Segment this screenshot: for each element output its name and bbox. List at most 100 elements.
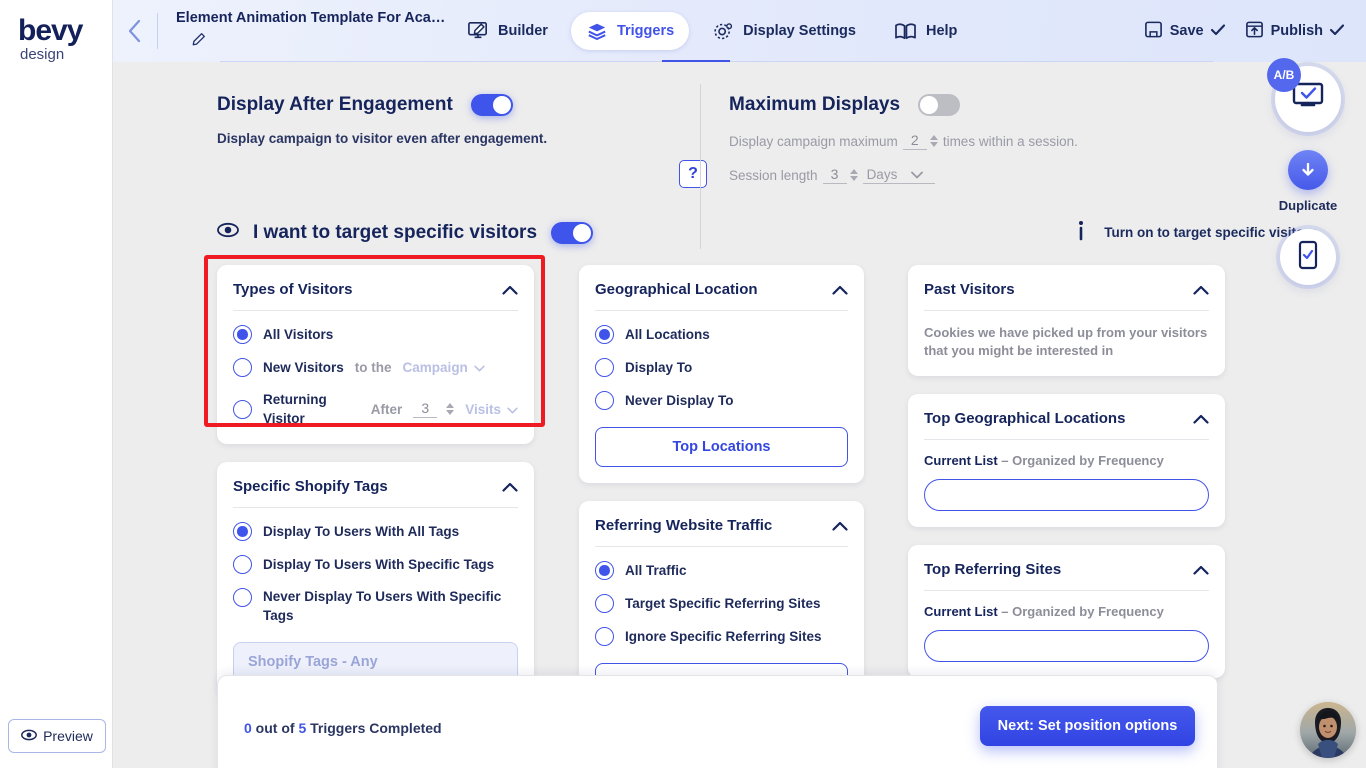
option-returning-visitor[interactable]: Returning Visitor After 3 Visits xyxy=(233,390,518,428)
user-avatar[interactable] xyxy=(1300,702,1356,758)
maximum-displays-line1: Display campaign maximum 2 times within … xyxy=(729,132,1249,150)
top-referring-sites-title: Top Referring Sites xyxy=(924,561,1061,578)
radio-display-to[interactable] xyxy=(595,358,614,377)
top-referring-current-list-suffix: – Organized by Frequency xyxy=(998,604,1164,619)
duplicate-button[interactable] xyxy=(1288,150,1328,190)
radio-all-traffic[interactable] xyxy=(595,561,614,580)
new-visitors-dropdown-value: Campaign xyxy=(403,360,468,375)
publish-button[interactable]: Publish xyxy=(1245,20,1344,43)
radio-new-visitors[interactable] xyxy=(233,358,252,377)
publish-label: Publish xyxy=(1271,23,1323,39)
collapse-caret-icon[interactable] xyxy=(502,482,518,492)
builder-icon xyxy=(467,21,489,41)
option-display-to[interactable]: Display To xyxy=(595,357,848,377)
collapse-caret-icon[interactable] xyxy=(1193,565,1209,575)
tab-triggers-label: Triggers xyxy=(617,23,674,39)
radio-never-specific-tags[interactable] xyxy=(233,588,252,607)
label-display-to: Display To xyxy=(625,358,692,377)
tab-help[interactable]: Help xyxy=(879,13,972,50)
maximum-displays-toggle[interactable] xyxy=(918,94,960,116)
eye-target-icon xyxy=(217,222,239,243)
collapse-caret-icon[interactable] xyxy=(502,285,518,295)
back-button[interactable] xyxy=(113,0,157,62)
collapse-caret-icon[interactable] xyxy=(1193,285,1209,295)
session-length-prefix: Session length xyxy=(729,168,818,183)
layers-icon xyxy=(586,21,608,41)
radio-never-display-to[interactable] xyxy=(595,391,614,410)
save-disk-icon xyxy=(1144,20,1163,43)
radio-target-referring-sites[interactable] xyxy=(595,594,614,613)
radio-all-tags[interactable] xyxy=(233,522,252,541)
display-after-engagement-title: Display After Engagement xyxy=(217,94,453,116)
duplicate-label: Duplicate xyxy=(1258,198,1358,213)
campaign-title: Element Animation Template For Acade… xyxy=(176,10,446,26)
card-geographical-location: Geographical Location All Locations Disp… xyxy=(579,265,864,483)
radio-all-visitors[interactable] xyxy=(233,325,252,344)
option-all-traffic[interactable]: All Traffic xyxy=(595,560,848,580)
option-never-display-to[interactable]: Never Display To xyxy=(595,390,848,410)
gear-icon xyxy=(712,21,734,42)
session-length-value[interactable]: 3 xyxy=(823,166,847,184)
preview-button[interactable]: Preview xyxy=(8,719,106,753)
label-returning-visitor: Returning Visitor xyxy=(263,390,360,428)
desktop-preview-button[interactable]: A/B xyxy=(1275,66,1341,132)
label-never-specific-tags: Never Display To Users With Specific Tag… xyxy=(263,587,518,625)
publish-upload-icon xyxy=(1245,20,1264,43)
tab-builder[interactable]: Builder xyxy=(452,12,563,50)
top-locations-input[interactable] xyxy=(924,479,1209,511)
option-ignore-referring-sites[interactable]: Ignore Specific Referring Sites xyxy=(595,626,848,646)
mobile-preview-button[interactable] xyxy=(1280,229,1336,285)
session-length-unit-select[interactable]: Days xyxy=(863,167,935,184)
max-displays-stepper[interactable] xyxy=(930,135,938,147)
top-referring-current-list-label: Current List xyxy=(924,604,998,619)
top-locations-button[interactable]: Top Locations xyxy=(595,427,848,467)
new-visitors-dropdown[interactable]: Campaign xyxy=(403,360,485,375)
collapse-caret-icon[interactable] xyxy=(1193,414,1209,424)
session-length-unit-value: Days xyxy=(867,167,898,182)
triggers-completed-text: 0 out of 5 Triggers Completed xyxy=(244,720,442,736)
tab-display-settings[interactable]: Display Settings xyxy=(697,12,871,51)
collapse-caret-icon[interactable] xyxy=(832,285,848,295)
radio-specific-tags[interactable] xyxy=(233,555,252,574)
collapse-caret-icon[interactable] xyxy=(832,521,848,531)
tab-triggers[interactable]: Triggers xyxy=(571,12,689,50)
option-specific-tags[interactable]: Display To Users With Specific Tags xyxy=(233,554,518,574)
label-target-referring-sites: Target Specific Referring Sites xyxy=(625,594,821,613)
content-area: Display After Engagement Display campaig… xyxy=(113,62,1366,768)
returning-visitor-dropdown[interactable]: Visits xyxy=(465,402,518,417)
ab-test-badge[interactable]: A/B xyxy=(1267,58,1301,92)
chevron-down-icon xyxy=(507,402,518,417)
save-button[interactable]: Save xyxy=(1144,20,1225,43)
app-root: bevy design Preview Element Animation Te… xyxy=(0,0,1366,768)
top-referring-input[interactable] xyxy=(924,630,1209,662)
radio-all-locations[interactable] xyxy=(595,325,614,344)
returning-visitor-stepper[interactable] xyxy=(446,403,454,415)
option-all-visitors[interactable]: All Visitors xyxy=(233,324,518,344)
tab-display-settings-label: Display Settings xyxy=(743,23,856,39)
session-length-stepper[interactable] xyxy=(850,169,858,181)
display-after-engagement-toggle[interactable] xyxy=(471,94,513,116)
publish-check-icon xyxy=(1330,23,1344,39)
returning-visitor-value[interactable]: 3 xyxy=(413,400,437,418)
option-target-referring-sites[interactable]: Target Specific Referring Sites xyxy=(595,593,848,613)
option-all-tags[interactable]: Display To Users With All Tags xyxy=(233,521,518,541)
brand-logo: bevy design xyxy=(18,16,82,63)
radio-ignore-referring-sites[interactable] xyxy=(595,627,614,646)
max-displays-value[interactable]: 2 xyxy=(903,132,927,150)
label-all-tags: Display To Users With All Tags xyxy=(263,522,459,541)
radio-returning-visitor[interactable] xyxy=(233,400,252,419)
option-all-locations[interactable]: All Locations xyxy=(595,324,848,344)
display-after-engagement-description: Display campaign to visitor even after e… xyxy=(217,131,707,146)
option-new-visitors[interactable]: New Visitors to the Campaign xyxy=(233,357,518,377)
top-locations-current-list-label: Current List xyxy=(924,453,998,468)
next-set-position-options-button[interactable]: Next: Set position options xyxy=(980,706,1195,746)
eye-icon xyxy=(21,728,37,744)
option-never-specific-tags[interactable]: Never Display To Users With Specific Tag… xyxy=(233,587,518,625)
help-question-button[interactable]: ? xyxy=(679,160,707,188)
brand-sub: design xyxy=(20,47,82,63)
triggers-completed-mid: out of xyxy=(252,720,299,736)
max-displays-suffix: times within a session. xyxy=(943,134,1078,149)
edit-pencil-icon[interactable] xyxy=(191,32,207,52)
target-visitors-toggle[interactable] xyxy=(551,222,593,244)
label-all-visitors: All Visitors xyxy=(263,325,333,344)
